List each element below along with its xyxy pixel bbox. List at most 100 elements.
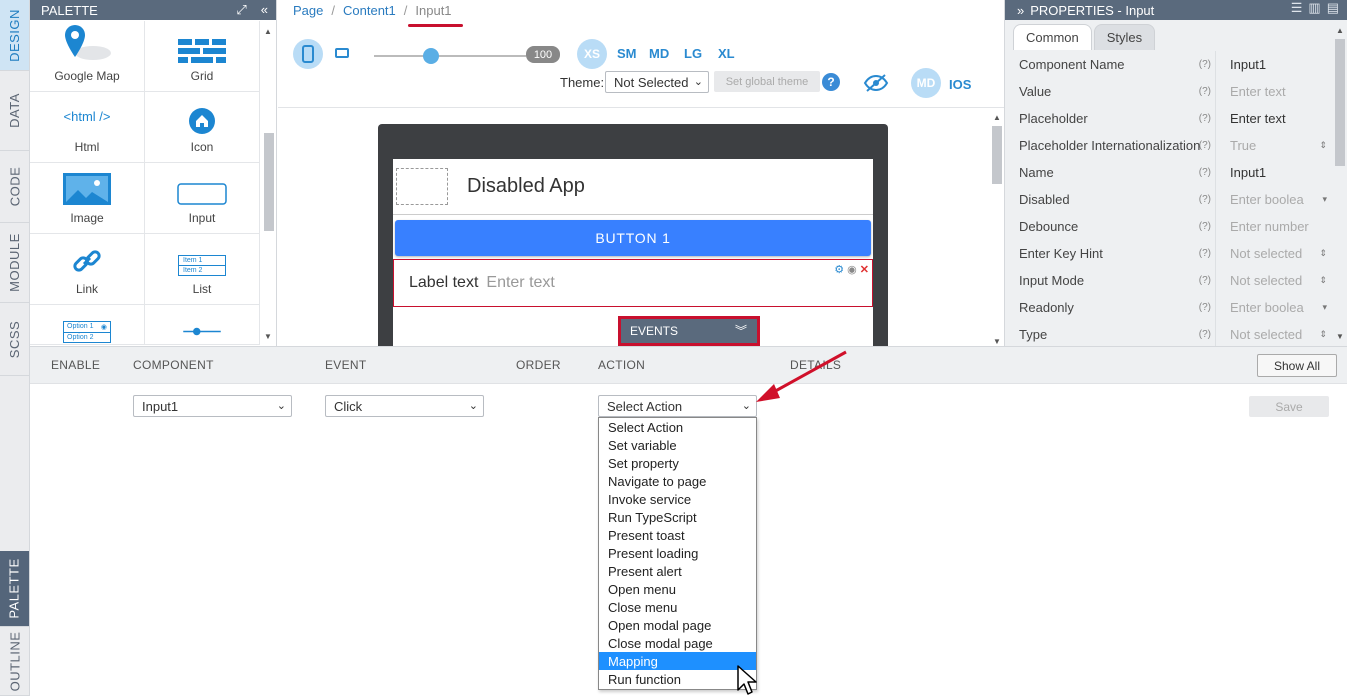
property-value-field[interactable]: Enter text (1215, 78, 1335, 105)
palette-scrollbar[interactable]: ▲ ▼ (262, 21, 274, 346)
layout-rows-icon[interactable]: ☰ (1291, 0, 1303, 16)
palette-item-google-map[interactable]: Google Map (30, 21, 145, 92)
hide-preview-button[interactable] (863, 73, 889, 96)
property-value-field[interactable]: Input1 (1215, 51, 1335, 78)
action-option[interactable]: Present toast (599, 526, 756, 544)
scroll-thumb[interactable] (264, 133, 274, 231)
tab-palette[interactable]: PALETTE (0, 551, 29, 627)
palette-item-grid[interactable]: Grid (145, 21, 260, 92)
property-value-field[interactable]: Enter boolea ▾ (1215, 294, 1335, 321)
help-icon[interactable]: (?) (1199, 194, 1211, 205)
help-icon[interactable]: (?) (1199, 248, 1211, 259)
delete-icon[interactable]: ✕ (860, 263, 869, 276)
tab-outline[interactable]: OUTLINE (0, 627, 29, 696)
tab-common[interactable]: Common (1013, 24, 1092, 50)
breakpoint-lg[interactable]: LG (684, 46, 702, 61)
breakpoint-md[interactable]: MD (649, 46, 669, 61)
expand-icon[interactable]: ⤢ (236, 2, 246, 18)
app-logo-placeholder[interactable] (396, 168, 448, 205)
properties-scrollbar[interactable]: ▲ ▼ (1334, 24, 1346, 346)
help-icon[interactable]: (?) (1199, 302, 1211, 313)
layout-panel-icon[interactable]: ▤ (1327, 0, 1339, 16)
action-option[interactable]: Select Action (599, 418, 756, 436)
property-value-field[interactable]: Not selected ⇕ (1215, 240, 1335, 267)
scroll-thumb[interactable] (1335, 39, 1345, 166)
action-option[interactable]: Present alert (599, 562, 756, 580)
action-option[interactable]: Present loading (599, 544, 756, 562)
palette-item-html[interactable]: <html /> Html (30, 92, 145, 163)
palette-item-input[interactable]: Input (145, 163, 260, 234)
action-option[interactable]: Mapping (599, 652, 756, 670)
property-value-field[interactable]: Not selected ⇕ (1215, 321, 1335, 348)
palette-item-range[interactable] (145, 305, 260, 345)
breakpoint-xl[interactable]: XL (718, 46, 735, 61)
event-select[interactable]: Click ⌄ (325, 395, 484, 417)
action-option[interactable]: Run TypeScript (599, 508, 756, 526)
help-icon[interactable]: (?) (1199, 167, 1211, 178)
tab-design[interactable]: DESIGN (0, 0, 29, 71)
help-icon[interactable]: (?) (1199, 140, 1211, 151)
input-placeholder[interactable]: Enter text (486, 274, 554, 292)
tablet-rotate-button[interactable] (335, 47, 349, 62)
scroll-down-icon[interactable]: ▼ (264, 332, 272, 341)
action-option[interactable]: Invoke service (599, 490, 756, 508)
tab-data[interactable]: DATA (0, 71, 29, 151)
scroll-up-icon[interactable]: ▲ (993, 113, 1001, 122)
action-option[interactable]: Set variable (599, 436, 756, 454)
help-icon[interactable]: (?) (1199, 86, 1211, 97)
input1-component[interactable]: Label text Enter text ⚙ ◉ ✕ (393, 259, 873, 307)
zoom-slider-track[interactable] (374, 55, 526, 57)
scroll-thumb[interactable] (992, 126, 1002, 184)
property-value-field[interactable]: Enter text (1215, 105, 1335, 132)
scroll-down-icon[interactable]: ▼ (993, 337, 1001, 346)
breadcrumb-page[interactable]: Page (293, 3, 323, 18)
collapse-left-icon[interactable]: « (261, 2, 268, 18)
help-icon[interactable]: ? (822, 73, 840, 91)
theme-select[interactable]: Not Selected ⌄ (605, 71, 709, 93)
canvas-scrollbar[interactable]: ▲ ▼ (990, 109, 1002, 346)
expand-right-icon[interactable]: » (1017, 3, 1024, 18)
property-value-field[interactable]: Enter boolea ▾ (1215, 186, 1335, 213)
action-option[interactable]: Close menu (599, 598, 756, 616)
help-icon[interactable]: (?) (1199, 275, 1211, 286)
tab-code[interactable]: CODE (0, 151, 29, 223)
action-option[interactable]: Run function (599, 670, 756, 688)
settings-gear-icon[interactable]: ⚙ (834, 263, 844, 276)
events-button[interactable]: EVENTS ︾ (618, 316, 760, 346)
zoom-slider-knob[interactable] (423, 48, 439, 64)
palette-item-link[interactable]: Link (30, 234, 145, 305)
property-value-field[interactable]: Enter number (1215, 213, 1335, 240)
action-option[interactable]: Set property (599, 454, 756, 472)
palette-item-list[interactable]: Item 1 Item 2 List (145, 234, 260, 305)
breakpoint-xs[interactable]: XS (577, 39, 607, 69)
action-option[interactable]: Navigate to page (599, 472, 756, 490)
show-all-button[interactable]: Show All (1257, 354, 1337, 377)
hide-icon[interactable]: ◉ (847, 263, 857, 276)
action-select[interactable]: Select Action ⌄ (598, 395, 757, 417)
property-value-field[interactable]: Not selected ⇕ (1215, 267, 1335, 294)
tab-scss[interactable]: SCSS (0, 303, 29, 376)
save-button[interactable]: Save (1249, 396, 1329, 417)
scroll-up-icon[interactable]: ▲ (264, 27, 272, 36)
action-option[interactable]: Close modal page (599, 634, 756, 652)
action-option[interactable]: Open menu (599, 580, 756, 598)
scroll-up-icon[interactable]: ▲ (1336, 26, 1344, 35)
scroll-down-icon[interactable]: ▼ (1336, 332, 1344, 341)
mode-ios-button[interactable]: IOS (949, 77, 971, 92)
tab-module[interactable]: MODULE (0, 223, 29, 303)
property-value-field[interactable]: True ⇕ (1215, 132, 1335, 159)
help-icon[interactable]: (?) (1199, 221, 1211, 232)
phone-device-button[interactable] (293, 39, 323, 69)
tab-styles[interactable]: Styles (1093, 24, 1156, 50)
button-1[interactable]: BUTTON 1 (395, 220, 871, 256)
set-global-theme-button[interactable]: Set global theme (714, 71, 820, 92)
component-select[interactable]: Input1 ⌄ (133, 395, 292, 417)
help-icon[interactable]: (?) (1199, 113, 1211, 124)
palette-item-icon[interactable]: Icon (145, 92, 260, 163)
mode-md-button[interactable]: MD (911, 68, 941, 98)
palette-item-radio[interactable]: Option 1 ◉ Option 2 (30, 305, 145, 345)
app-header[interactable]: Disabled App (393, 159, 873, 215)
property-value-field[interactable]: Input1 (1215, 159, 1335, 186)
action-option[interactable]: Open modal page (599, 616, 756, 634)
palette-item-image[interactable]: Image (30, 163, 145, 234)
